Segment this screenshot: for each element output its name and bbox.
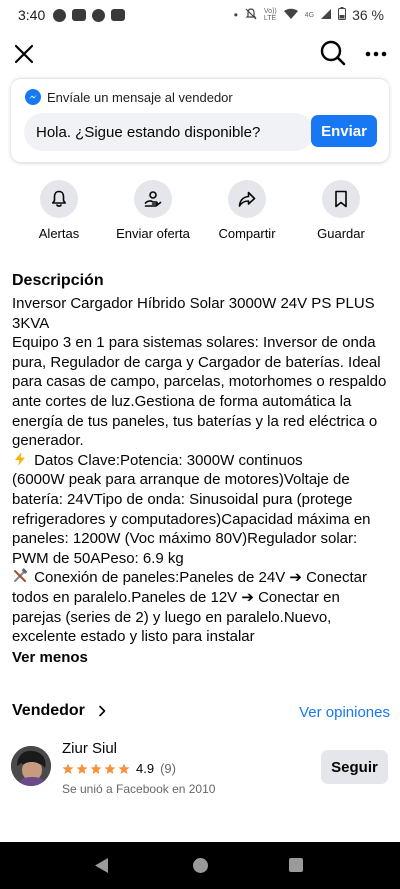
- star-icon: [118, 763, 130, 774]
- star-icon: [90, 763, 102, 774]
- seller-rating: 4.9 (9): [62, 761, 176, 776]
- back-icon[interactable]: [94, 857, 110, 874]
- seller-header: Vendedor Ver opiniones: [12, 700, 390, 724]
- rating-value: 4.9: [136, 761, 155, 776]
- description-line: PWM de 50APeso: 6.9 kg: [12, 549, 184, 567]
- description-line: batería: 24VTipo de onda: Sinusoidal pur…: [12, 490, 353, 508]
- description-line: excelente estado y listo para instalar: [12, 628, 255, 646]
- chevron-right-icon[interactable]: [96, 704, 108, 718]
- close-icon: [14, 44, 34, 64]
- description-line: 3KVA: [12, 314, 50, 332]
- joined-date: Se unió a Facebook en 2010: [62, 782, 216, 796]
- wifi-icon: [283, 8, 299, 23]
- description-line: Datos Clave:Potencia: 3000W continuos: [12, 451, 392, 471]
- share-icon: [238, 191, 256, 207]
- description-title: Descripción: [12, 272, 104, 289]
- share-button[interactable]: [228, 180, 266, 218]
- status-time: 3:40: [18, 7, 46, 23]
- see-reviews-link[interactable]: Ver opiniones: [299, 704, 390, 721]
- alerts-label: Alertas: [38, 226, 80, 241]
- message-seller-card: Envíale un mensaje al vendedor Enviar: [11, 78, 389, 162]
- description-line: refrigeradores y computadores)Capacidad …: [12, 510, 371, 528]
- description-line: Equipo 3 en 1 para sistemas solares: Inv…: [12, 334, 376, 352]
- tools-icon: [13, 568, 28, 583]
- save-button[interactable]: [322, 180, 360, 218]
- description-line: para casas de campo, parcelas, motorhome…: [12, 373, 387, 391]
- offer-icon: [144, 191, 162, 207]
- youtube-notification-icon: [111, 9, 126, 21]
- save-action[interactable]: Guardar: [296, 180, 386, 241]
- battery-icon: [338, 7, 347, 23]
- offer-action[interactable]: Enviar oferta: [108, 180, 198, 241]
- offer-button[interactable]: [134, 180, 172, 218]
- more-options-button[interactable]: [362, 40, 390, 68]
- messenger-icon: [25, 89, 41, 105]
- description-section: Descripción Inversor Cargador Híbrido So…: [12, 272, 392, 667]
- status-bar: 3:40 • Vo)) LTE 4G 36 %: [0, 0, 400, 30]
- send-button[interactable]: Enviar: [311, 115, 377, 147]
- action-row: Alertas Enviar oferta Compartir Guardar: [0, 180, 400, 244]
- message-header-label: Envíale un mensaje al vendedor: [47, 89, 233, 105]
- more-icon: [365, 51, 387, 57]
- message-header: Envíale un mensaje al vendedor: [25, 89, 233, 105]
- recent-apps-icon[interactable]: [289, 858, 303, 872]
- dot-icon: •: [233, 8, 238, 22]
- status-indicators: • Vo)) LTE 4G 36 %: [234, 7, 384, 24]
- system-nav-bar: [0, 842, 400, 889]
- volte-indicator: Vo)) LTE: [263, 8, 277, 22]
- notification-icons: [53, 8, 126, 22]
- close-button[interactable]: [10, 40, 38, 68]
- signal-icon: [320, 8, 332, 23]
- alerts-button[interactable]: [40, 180, 78, 218]
- description-line: paneles: 1200W (Voc máximo 80V)Regulador…: [12, 530, 358, 548]
- seller-name[interactable]: Ziur Siul: [62, 740, 117, 757]
- share-action[interactable]: Compartir: [202, 180, 292, 241]
- messenger-notification-icon: [53, 8, 67, 22]
- offer-label: Enviar oferta: [116, 226, 190, 241]
- network-indicator: 4G: [304, 11, 315, 19]
- seller-photo: [11, 746, 51, 786]
- description-line: energía de tus paneles, tus baterías y l…: [12, 412, 378, 430]
- message-input[interactable]: [24, 113, 314, 151]
- share-label: Compartir: [218, 226, 276, 241]
- home-icon[interactable]: [193, 858, 208, 873]
- description-line: ante cortes de luz.Gestiona de forma aut…: [12, 392, 352, 410]
- facebook-notification-icon: [92, 8, 106, 22]
- description-line-text: Datos Clave:Potencia: 3000W continuos: [34, 451, 303, 469]
- save-label: Guardar: [317, 226, 365, 241]
- app-notification-icon: [72, 9, 87, 21]
- rating-count: (9): [160, 761, 176, 776]
- bell-icon: [52, 190, 66, 207]
- see-less-link[interactable]: Ver menos: [12, 649, 88, 666]
- alerts-action[interactable]: Alertas: [14, 180, 104, 241]
- seller-section-title[interactable]: Vendedor: [12, 702, 85, 720]
- description-line: todos en paralelo.Paneles de 12V ➔ Conec…: [12, 588, 340, 606]
- description-line-text: Conexión de paneles:Paneles de 24V ➔ Con…: [34, 569, 367, 587]
- description-line: (6000W peak para arranque de motores)Vol…: [12, 471, 350, 489]
- bookmark-icon: [335, 190, 347, 208]
- description-line: generador.: [12, 432, 84, 450]
- follow-button[interactable]: Seguir: [321, 750, 388, 784]
- battery-percent: 36 %: [352, 7, 384, 23]
- mute-icon: [244, 7, 258, 24]
- star-icon: [62, 763, 74, 774]
- lightning-icon: [15, 451, 25, 466]
- star-icon: [104, 763, 116, 774]
- description-line: pura, Regulador de carga y Cargador de b…: [12, 353, 381, 371]
- star-icon: [76, 763, 88, 774]
- search-button[interactable]: [318, 38, 348, 68]
- avatar[interactable]: [11, 746, 51, 786]
- description-line: parejas (series de 2) y luego en paralel…: [12, 608, 332, 626]
- description-line: Conexión de paneles:Paneles de 24V ➔ Con…: [12, 568, 392, 588]
- search-icon: [320, 40, 346, 66]
- top-bar: [0, 32, 400, 76]
- description-line: Inversor Cargador Híbrido Solar 3000W 24…: [12, 295, 375, 312]
